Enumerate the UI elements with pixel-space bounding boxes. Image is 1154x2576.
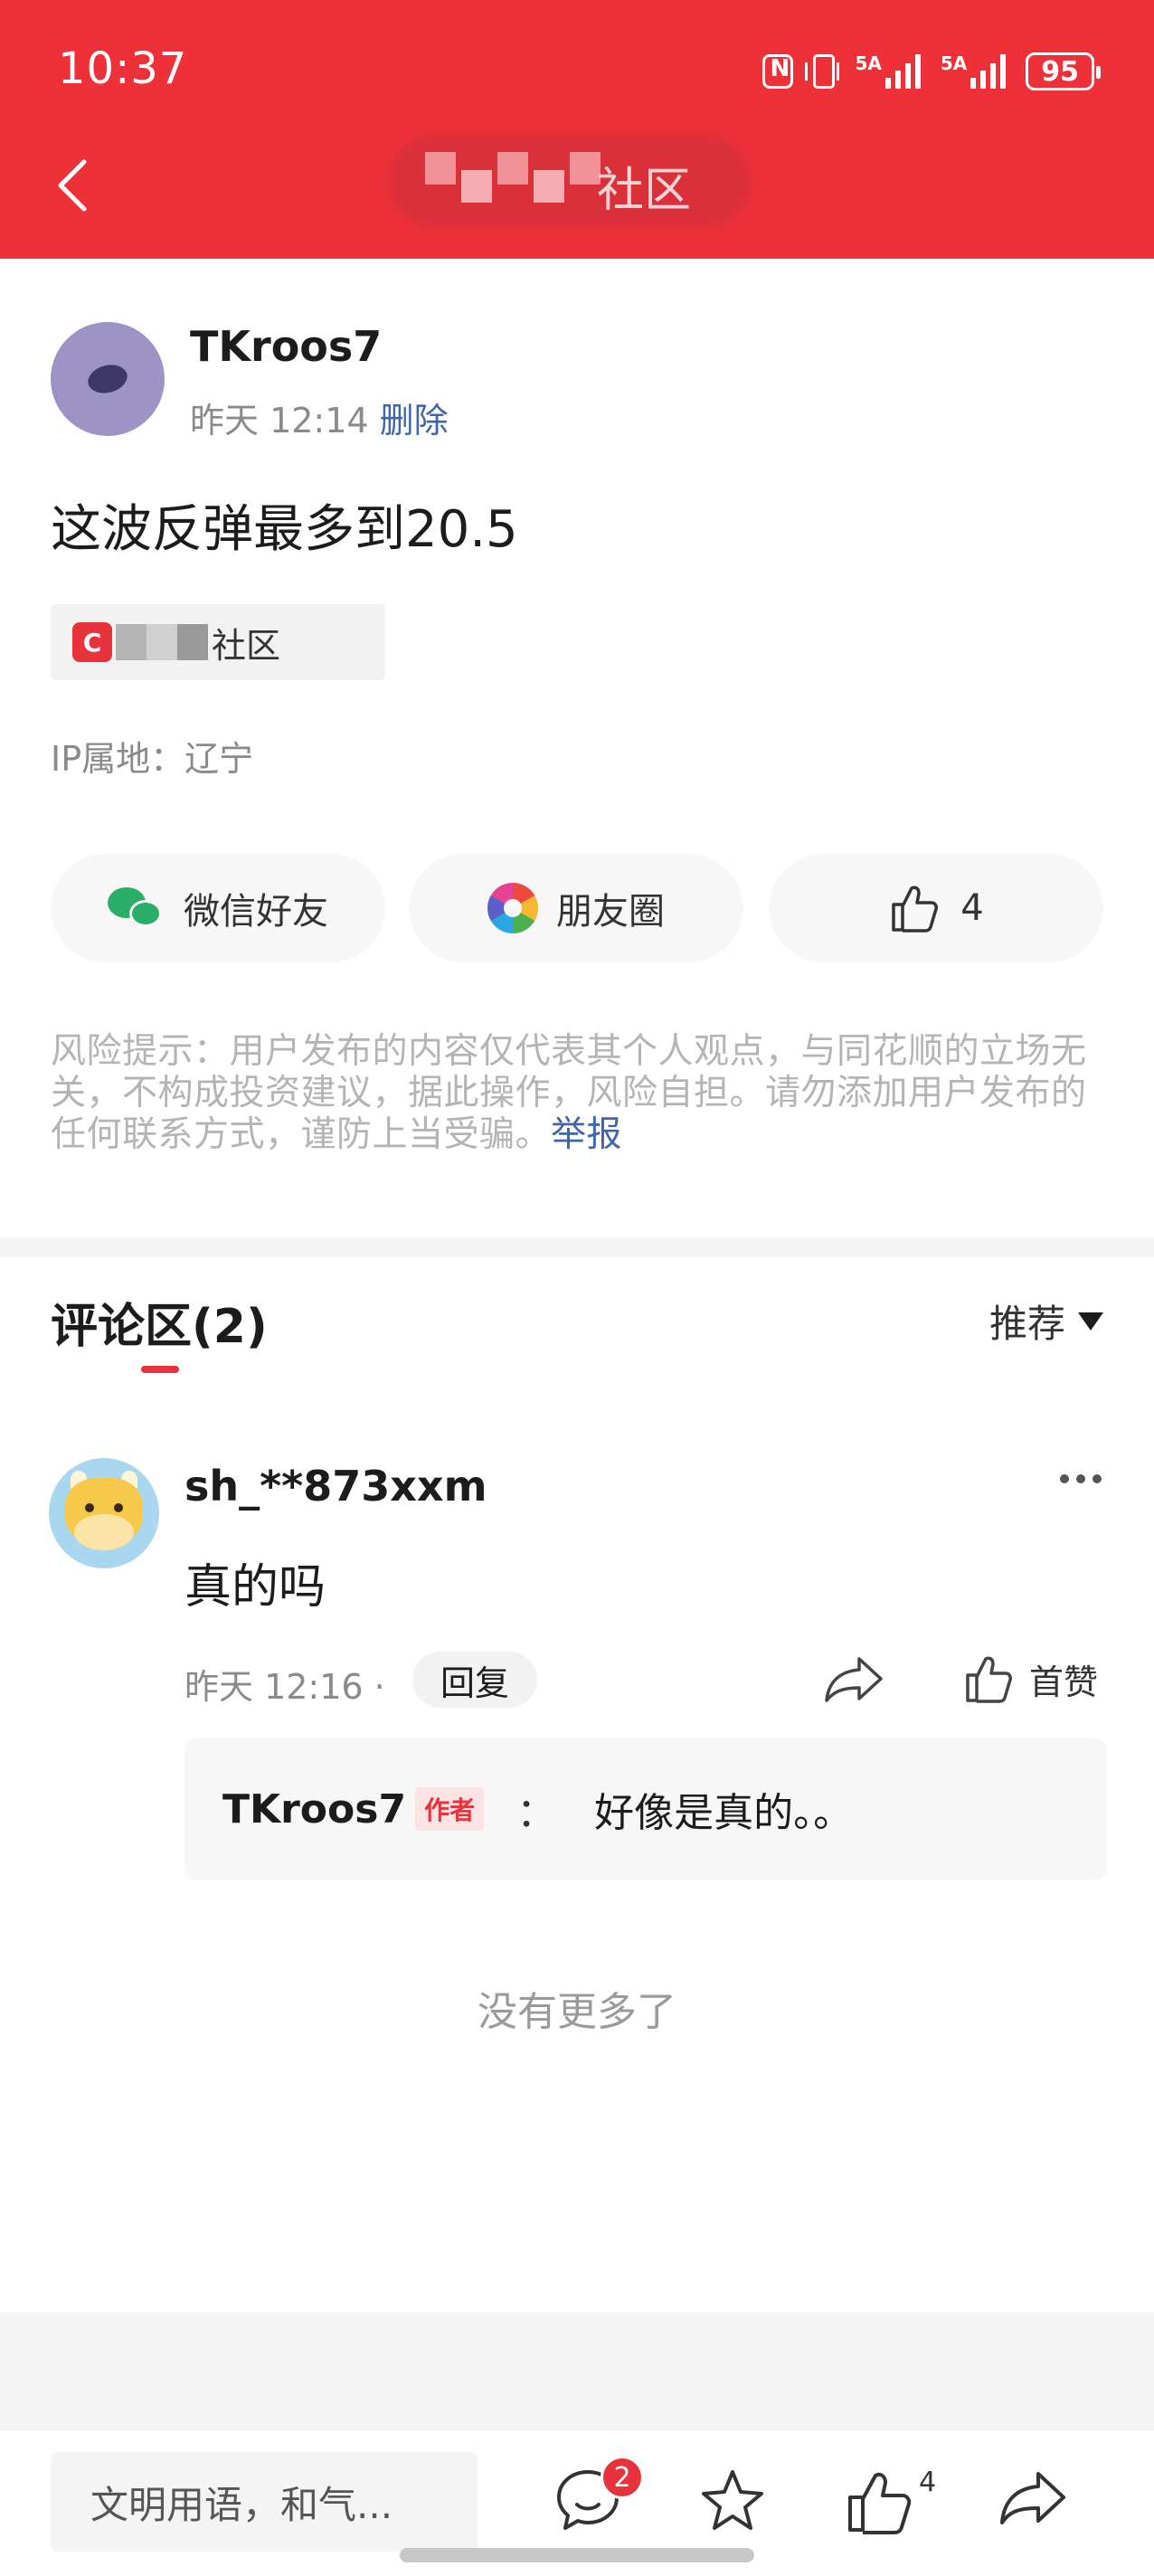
comments-title-underline [141, 1366, 179, 1373]
risk-notice: 风险提示：用户发布的内容仅代表其个人观点，与同花顺的立场无关，不构成投资建议，据… [51, 1031, 1109, 1156]
post-author-name[interactable]: TKroos7 [190, 322, 382, 371]
page-title: 社区 [597, 164, 692, 218]
author-badge: 作者 [415, 1787, 485, 1831]
status-icons: 5A 5A 95 [762, 52, 1101, 90]
post-body: 这波反弹最多到20.5 [51, 500, 518, 559]
comment-input[interactable]: 文明用语，和气... [51, 2452, 478, 2552]
signal-1-icon: 5A [855, 54, 921, 89]
home-indicator[interactable] [400, 2548, 754, 2562]
community-logo-icon: C [72, 622, 112, 662]
battery-icon: 95 [1026, 52, 1101, 90]
share-arrow-icon[interactable] [995, 2463, 1071, 2539]
thumbs-up-icon [966, 1656, 1012, 1703]
share-wechat-label: 微信好友 [184, 891, 328, 933]
sort-dropdown[interactable]: 推荐 [989, 1293, 1103, 1349]
message-count-badge: 2 [601, 2456, 644, 2499]
caret-down-icon [1078, 1312, 1103, 1331]
reply-author: TKroos7 [222, 1785, 407, 1833]
signal-2-icon: 5A [941, 54, 1007, 89]
moments-icon [487, 883, 538, 933]
post-time: 昨天 12:14 [190, 401, 369, 440]
back-arrow-icon [58, 159, 87, 212]
community-mosaic [116, 624, 208, 660]
thumbs-up-icon[interactable] [841, 2463, 917, 2539]
bottom-spacer [0, 2312, 1154, 2429]
share-arrow-icon[interactable] [823, 1652, 886, 1706]
commenter-name[interactable]: sh_**873xxm [184, 1462, 487, 1511]
post-meta: 昨天 12:14 删除 [190, 393, 449, 442]
comment-time: 昨天 12:16 · [184, 1667, 385, 1707]
sort-label: 推荐 [988, 1302, 1065, 1346]
reply-text: 好像是真的。。 [594, 1790, 854, 1836]
community-name: 社区 [212, 625, 281, 666]
share-wechat-button[interactable]: 微信好友 [51, 854, 385, 962]
commenter-avatar[interactable] [49, 1458, 159, 1568]
delete-link[interactable]: 删除 [380, 401, 449, 440]
app-header: 10:37 5A 5A 95 社区 [0, 0, 1154, 259]
comment-like-button[interactable]: 首赞 [962, 1652, 1098, 1706]
more-options-button[interactable] [1060, 1474, 1102, 1483]
title-mosaic [425, 152, 601, 203]
nfc-icon [762, 54, 794, 89]
section-divider [0, 1237, 1154, 1257]
thumbs-up-icon [892, 886, 939, 933]
post-like-button[interactable]: 4 [769, 854, 1103, 962]
bottom-like-count: 4 [919, 2467, 937, 2498]
share-moments-label: 朋友圈 [556, 891, 665, 933]
wechat-icon [108, 887, 166, 929]
reply-colon: ： [516, 1790, 557, 1836]
author-avatar[interactable] [51, 322, 165, 436]
back-button[interactable] [49, 154, 98, 217]
comments-title: 评论区(2) [51, 1300, 268, 1354]
ip-location: IP属地：辽宁 [51, 739, 254, 779]
comment-like-label: 首赞 [1029, 1662, 1099, 1702]
planet-icon [84, 360, 131, 398]
no-more-text: 没有更多了 [478, 1989, 676, 2035]
reply-preview[interactable]: TKroos7 作者 ： 好像是真的。。 [184, 1738, 1107, 1880]
status-time: 10:37 [58, 43, 188, 94]
share-moments-button[interactable]: 朋友圈 [409, 854, 743, 962]
vibrate-icon [805, 54, 840, 89]
comment-text: 真的吗 [184, 1560, 326, 1615]
community-tag[interactable]: C 社区 [51, 604, 385, 680]
reply-button[interactable]: 回复 [412, 1652, 537, 1708]
star-icon[interactable] [695, 2463, 771, 2539]
report-link[interactable]: 举报 [551, 1114, 622, 1155]
bottom-action-bar: 文明用语，和气... 2 4 [0, 2429, 1154, 2576]
post-like-count: 4 [960, 887, 984, 929]
